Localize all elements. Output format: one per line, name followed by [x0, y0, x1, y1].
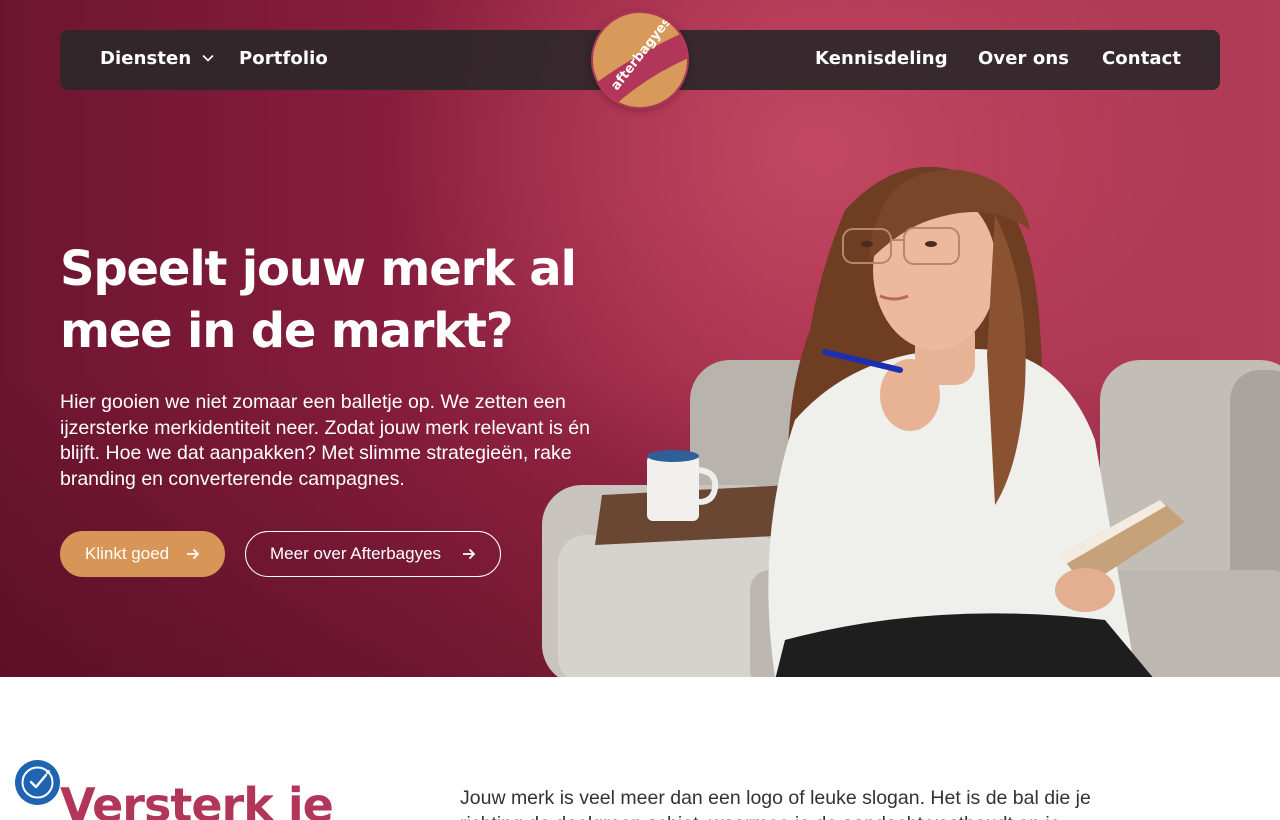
nav-item-diensten-label: Diensten: [100, 48, 192, 69]
arrow-right-icon: [463, 548, 476, 560]
brand-logo[interactable]: afterbagyes.: [591, 11, 689, 109]
hero-title: Speelt jouw merk al mee in de markt?: [60, 241, 577, 359]
klinkt-goed-button[interactable]: Klinkt goed: [60, 531, 225, 577]
hero-photo: [542, 166, 1280, 677]
meer-over-label: Meer over Afterbagyes: [270, 544, 442, 563]
nav-item-contact[interactable]: Contact: [1102, 30, 1181, 90]
accessibility-button[interactable]: [15, 760, 60, 805]
logo-ball-icon: afterbagyes.: [593, 13, 687, 107]
section-text: Jouw merk is veel meer dan een logo of l…: [460, 787, 1091, 820]
section-title: Versterk je: [60, 778, 334, 820]
meer-over-afterbagyes-button[interactable]: Meer over Afterbagyes: [245, 531, 501, 577]
hero-description: Hier gooien we niet zomaar een balletje …: [60, 391, 590, 490]
nav-item-diensten[interactable]: Diensten: [100, 30, 214, 90]
chevron-down-icon: [202, 54, 214, 62]
klinkt-goed-label: Klinkt goed: [85, 544, 170, 563]
accessibility-icon: [21, 766, 54, 799]
nav-item-over-ons[interactable]: Over ons: [978, 30, 1069, 90]
arrow-right-icon: [187, 548, 200, 560]
nav-item-kennisdeling[interactable]: Kennisdeling: [815, 30, 948, 90]
nav-item-portfolio[interactable]: Portfolio: [239, 30, 328, 90]
